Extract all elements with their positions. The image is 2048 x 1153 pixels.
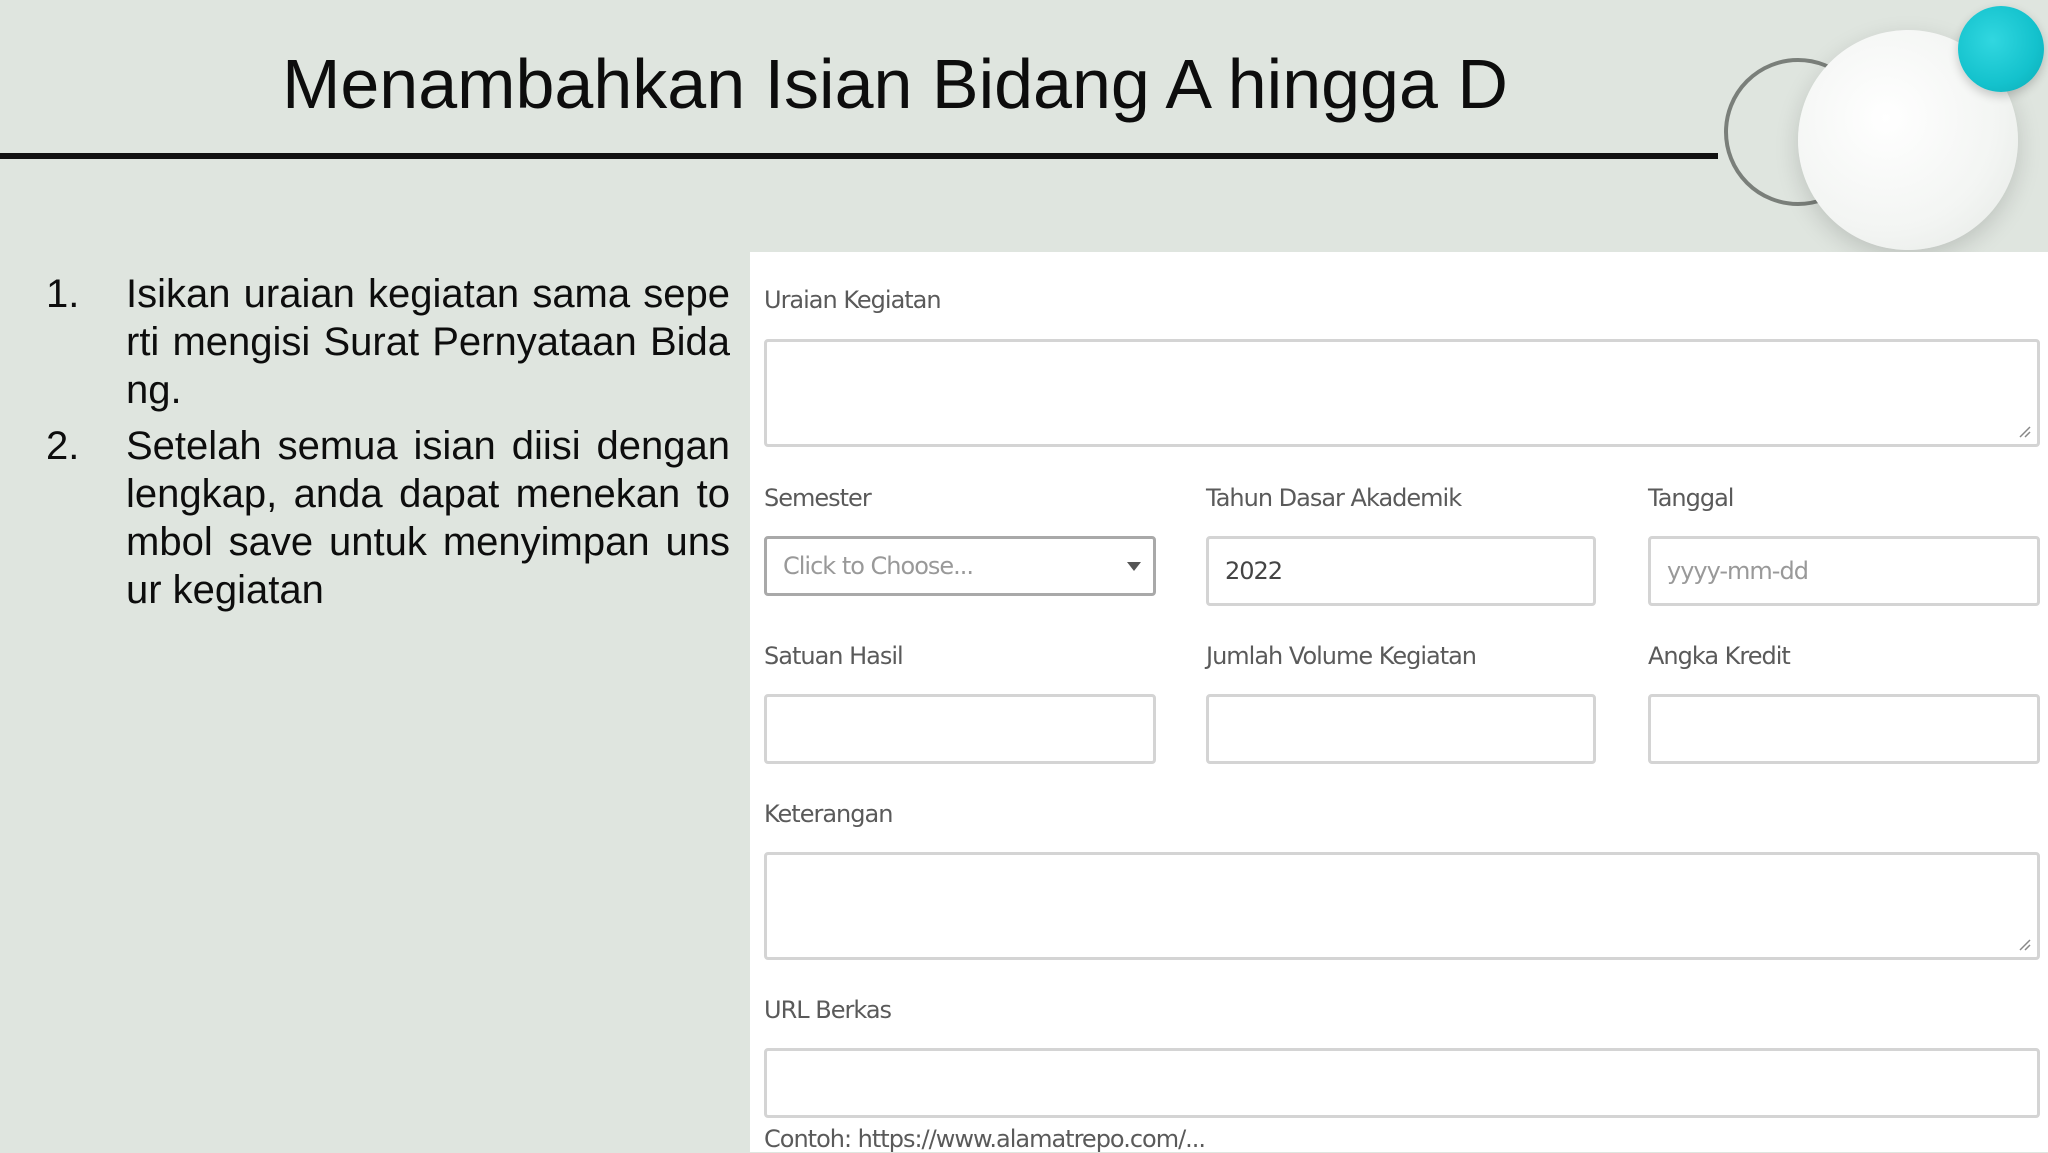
instruction-number: 2. <box>46 424 80 468</box>
tanggal-placeholder: yyyy-mm-dd <box>1667 557 1809 585</box>
tanggal-input[interactable]: yyyy-mm-dd <box>1648 536 2040 606</box>
instruction-item: 1. Isikan uraian kegiatan sama seperti m… <box>46 270 730 414</box>
jumlah-volume-kegiatan-label: Jumlah Volume Kegiatan <box>1206 642 1477 670</box>
url-berkas-input[interactable] <box>764 1048 2040 1118</box>
url-berkas-label: URL Berkas <box>764 996 892 1024</box>
slide-title: Menambahkan Isian Bidang A hingga D <box>282 45 1508 123</box>
tahun-dasar-akademik-label: Tahun Dasar Akademik <box>1206 484 1462 512</box>
angka-kredit-input[interactable] <box>1648 694 2040 764</box>
tanggal-label: Tanggal <box>1648 484 1734 512</box>
instruction-text: Isikan uraian kegiatan sama seperti meng… <box>126 272 730 412</box>
resize-handle-icon[interactable] <box>2017 424 2031 438</box>
tahun-dasar-akademik-input[interactable]: 2022 <box>1206 536 1596 606</box>
resize-handle-icon[interactable] <box>2017 937 2031 951</box>
tahun-dasar-akademik-value: 2022 <box>1225 557 1283 585</box>
keterangan-textarea[interactable] <box>764 852 2040 960</box>
decorative-teal-circle <box>1958 6 2044 92</box>
keterangan-label: Keterangan <box>764 800 893 828</box>
semester-select[interactable]: Click to Choose... <box>764 536 1156 596</box>
instruction-list: 1. Isikan uraian kegiatan sama seperti m… <box>46 270 730 622</box>
url-berkas-help-text: Contoh: https://www.alamatrepo.com/... <box>764 1125 1206 1153</box>
instruction-item: 2. Setelah semua isian diisi dengan leng… <box>46 422 730 614</box>
instruction-text: Setelah semua isian diisi dengan lengkap… <box>126 424 730 612</box>
title-divider <box>0 153 1718 159</box>
activity-form: Uraian Kegiatan Semester Click to Choose… <box>750 252 2048 1153</box>
jumlah-volume-kegiatan-input[interactable] <box>1206 694 1596 764</box>
chevron-down-icon <box>1127 562 1141 571</box>
uraian-kegiatan-label: Uraian Kegiatan <box>764 286 942 314</box>
semester-placeholder: Click to Choose... <box>783 552 974 580</box>
semester-label: Semester <box>764 484 872 512</box>
satuan-hasil-label: Satuan Hasil <box>764 642 904 670</box>
angka-kredit-label: Angka Kredit <box>1648 642 1791 670</box>
instruction-number: 1. <box>46 272 80 316</box>
uraian-kegiatan-textarea[interactable] <box>764 339 2040 447</box>
satuan-hasil-input[interactable] <box>764 694 1156 764</box>
